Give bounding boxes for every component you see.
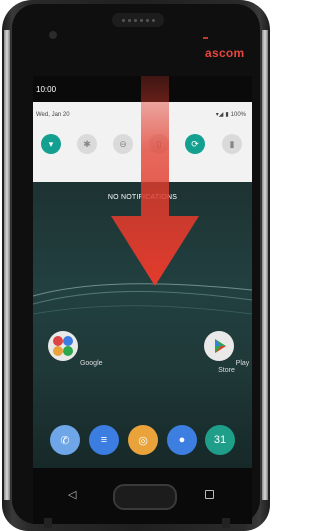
chrome-app-icon[interactable]: ◎ <box>128 425 158 455</box>
google-folder[interactable]: Google <box>48 331 103 367</box>
navigation-bar: ◁ <box>33 468 252 524</box>
front-camera <box>49 31 57 39</box>
calendar-app-icon[interactable]: 31 <box>205 425 235 455</box>
status-led <box>203 37 208 39</box>
right-metal-rail <box>262 30 268 500</box>
phone-app-icon[interactable]: ✆ <box>50 425 80 455</box>
google-folder-icon <box>48 331 78 361</box>
play-store-app[interactable]: Play Store <box>201 331 252 374</box>
brand-logo: ascom <box>205 46 245 60</box>
battery-saver-icon[interactable]: ▮ <box>222 134 242 154</box>
earpiece-speaker <box>112 13 164 27</box>
wifi-signal-icon: ▾◢ <box>215 112 224 118</box>
home-button[interactable] <box>113 484 177 510</box>
qs-date: Wed, Jan 20 <box>36 112 70 118</box>
back-icon[interactable]: ◁ <box>68 488 76 501</box>
play-store-label: Play Store <box>218 360 250 374</box>
recents-icon[interactable] <box>205 490 214 499</box>
messages-app-icon[interactable]: ≡ <box>89 425 119 455</box>
bottom-clip-left <box>44 518 52 528</box>
bluetooth-icon[interactable]: ✱ <box>77 134 97 154</box>
google-folder-label: Google <box>79 360 103 367</box>
battery-icon: ▮ <box>225 112 229 118</box>
contacts-app-icon[interactable]: ● <box>167 425 197 455</box>
qs-status-icons: ▾◢ ▮ 100% <box>215 111 246 119</box>
swipe-down-arrow <box>111 76 199 286</box>
left-metal-rail <box>4 30 10 500</box>
bottom-clip-right <box>222 518 230 528</box>
battery-percent: 100% <box>230 111 246 118</box>
wifi-icon[interactable]: ▾ <box>41 134 61 154</box>
status-time: 10:00 <box>36 85 57 94</box>
play-store-icon <box>203 331 234 361</box>
device-screen: 10:00 Wed, Jan 20 ▾◢ ▮ 100% ▾✱⊖▯⟳▮ NO NO… <box>33 76 252 468</box>
app-dock: ✆ ≡ ◎ ● 31 <box>33 423 252 457</box>
